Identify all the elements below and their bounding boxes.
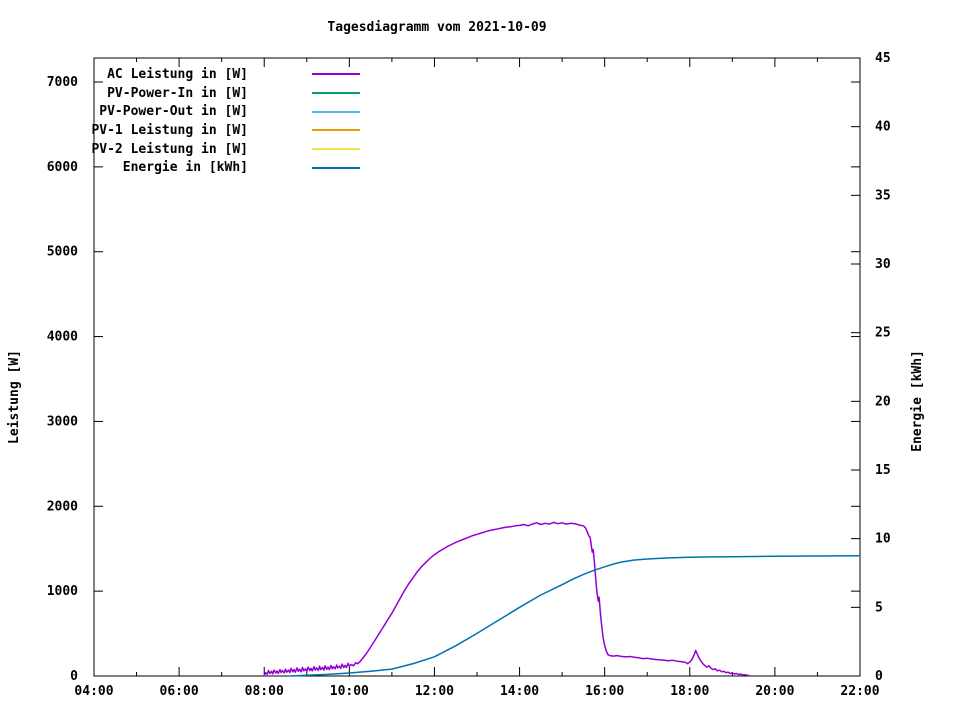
y-left-tick-label: 7000 (47, 75, 78, 90)
y-right-tick-label: 15 (875, 463, 891, 478)
legend-item: PV-2 Leistung in [W] (88, 140, 360, 159)
y-right-tick-label: 10 (875, 532, 891, 547)
legend-color-line (312, 148, 360, 151)
y-left-tick-label: 5000 (47, 245, 78, 260)
y-left-tick-label: 6000 (47, 160, 78, 175)
y-right-tick-label: 0 (875, 669, 883, 684)
legend-item: Energie in [kWh] (88, 158, 360, 177)
y-left-tick-label: 2000 (47, 499, 78, 514)
chart-legend: AC Leistung in [W] PV-Power-In in [W] PV… (88, 65, 360, 177)
x-tick-label: 22:00 (840, 684, 879, 699)
legend-color-line (312, 110, 360, 113)
x-tick-label: 10:00 (330, 684, 369, 699)
x-tick-label: 06:00 (160, 684, 199, 699)
legend-color-line (312, 166, 360, 169)
legend-color-line (312, 129, 360, 132)
y-left-tick-label: 4000 (47, 330, 78, 345)
legend-label: PV-2 Leistung in [W] (91, 141, 248, 157)
y-right-tick-label: 25 (875, 326, 891, 341)
legend-label: AC Leistung in [W] (107, 66, 248, 82)
y-left-tick-label: 0 (70, 669, 78, 684)
y-axis-right: 0 5 10 15 20 25 30 35 40 45 Energie [kWh] (851, 51, 925, 684)
y-right-tick-label: 20 (875, 394, 891, 409)
y-right-tick-label: 5 (875, 600, 883, 615)
legend-label: Energie in [kWh] (122, 160, 248, 176)
y-left-axis-label: Leistung [W] (7, 350, 22, 444)
legend-label: PV-Power-In in [W] (107, 85, 248, 101)
legend-item: PV-Power-Out in [W] (88, 102, 360, 121)
legend-item: PV-1 Leistung in [W] (88, 121, 360, 140)
x-tick-label: 18:00 (670, 684, 709, 699)
x-tick-label: 16:00 (585, 684, 624, 699)
legend-color-line (312, 92, 360, 95)
series-line-ac-leistung-in-w (263, 521, 751, 677)
series-line-energie-in-kwh (289, 555, 861, 677)
x-tick-label: 04:00 (74, 684, 113, 699)
y-right-tick-label: 30 (875, 257, 891, 272)
legend-color-line (312, 73, 360, 76)
x-tick-label: 12:00 (415, 684, 454, 699)
y-right-tick-label: 45 (875, 51, 891, 66)
series-lines (263, 521, 861, 677)
x-tick-label: 08:00 (245, 684, 284, 699)
y-right-tick-label: 40 (875, 120, 891, 135)
y-right-tick-label: 35 (875, 188, 891, 203)
x-tick-label: 20:00 (755, 684, 794, 699)
legend-item: AC Leistung in [W] (88, 65, 360, 84)
legend-item: PV-Power-In in [W] (88, 84, 360, 103)
legend-label: PV-1 Leistung in [W] (91, 122, 248, 138)
y-left-tick-label: 1000 (47, 584, 78, 599)
y-left-tick-label: 3000 (47, 414, 78, 429)
y-right-axis-label: Energie [kWh] (910, 350, 925, 452)
x-tick-label: 14:00 (500, 684, 539, 699)
legend-label: PV-Power-Out in [W] (99, 104, 248, 120)
